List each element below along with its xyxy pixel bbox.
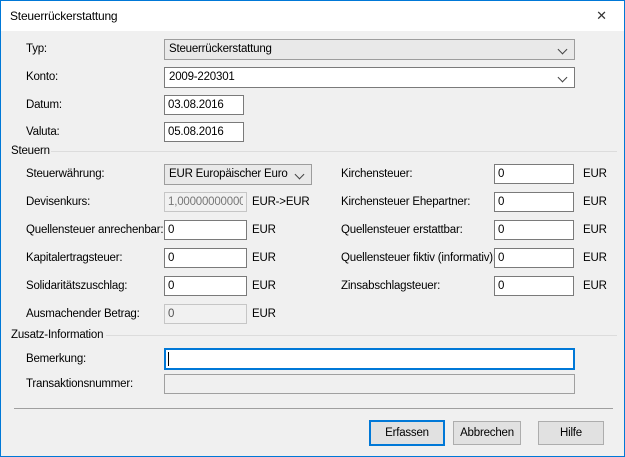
datum-input[interactable] <box>164 95 244 115</box>
quellensteuer-fiktiv-currency-label: EUR <box>583 248 607 268</box>
hilfe-button[interactable]: Hilfe <box>538 421 604 445</box>
chevron-down-icon <box>558 73 568 83</box>
quellensteuer-fiktiv-input[interactable] <box>494 248 574 268</box>
konto-value: 2009-220301 <box>169 68 235 87</box>
bemerkung-input[interactable] <box>164 348 575 370</box>
devisenkurs-currency-label: EUR->EUR <box>252 192 310 212</box>
chevron-down-icon <box>295 170 305 180</box>
abbrechen-button[interactable]: Abbrechen <box>453 421 521 445</box>
kapitalertragsteuer-currency-label: EUR <box>252 248 276 268</box>
ausmachender-betrag-currency-label: EUR <box>252 304 276 324</box>
devisenkurs-input <box>164 192 247 212</box>
group-steuern-label: Steuern <box>11 144 50 158</box>
datum-label: Datum: <box>26 95 62 115</box>
erfassen-button[interactable]: Erfassen <box>369 420 445 446</box>
window-title: Steuerrückerstattung <box>10 1 117 31</box>
bemerkung-label: Bemerkung: <box>26 349 86 369</box>
bottom-separator <box>14 408 613 409</box>
devisenkurs-label: Devisenkurs: <box>26 192 90 212</box>
zinsabschlagsteuer-input[interactable] <box>494 276 574 296</box>
titlebar[interactable]: Steuerrückerstattung ✕ <box>1 1 624 31</box>
typ-label: Typ: <box>26 39 47 59</box>
kirchensteuer-label: Kirchensteuer: <box>341 164 412 184</box>
steuerwaehrung-select[interactable]: EUR Europäischer Euro <box>164 164 312 185</box>
text-caret <box>168 352 169 366</box>
quellensteuer-erstattbar-input[interactable] <box>494 220 574 240</box>
group-steuern-line <box>51 151 617 152</box>
kapitalertragsteuer-label: Kapitalertragsteuer: <box>26 248 122 268</box>
solidaritaetszuschlag-currency-label: EUR <box>252 276 276 296</box>
quellensteuer-fiktiv-label: Quellensteuer fiktiv (informativ): <box>341 248 496 268</box>
steuerwaehrung-label: Steuerwährung: <box>26 164 104 184</box>
valuta-input[interactable] <box>164 122 244 142</box>
zinsabschlagsteuer-label: Zinsabschlagsteuer: <box>341 276 440 296</box>
group-zusatz-line <box>106 335 617 336</box>
kirchensteuer-currency-label: EUR <box>583 164 607 184</box>
chevron-down-icon <box>558 45 568 55</box>
ausmachender-betrag-input <box>164 304 247 324</box>
solidaritaetszuschlag-input[interactable] <box>164 276 247 296</box>
quellensteuer-anrechenbar-currency-label: EUR <box>252 220 276 240</box>
close-icon: ✕ <box>596 8 607 23</box>
transaktionsnummer-label: Transaktionsnummer: <box>26 374 133 394</box>
kapitalertragsteuer-input[interactable] <box>164 248 247 268</box>
group-zusatz-label: Zusatz-Information <box>11 328 103 342</box>
typ-value: Steuerrückerstattung <box>169 40 272 59</box>
kirchensteuer-ehepartner-input[interactable] <box>494 192 574 212</box>
transaktionsnummer-input <box>164 374 575 394</box>
quellensteuer-anrechenbar-input[interactable] <box>164 220 247 240</box>
quellensteuer-anrechenbar-label: Quellensteuer anrechenbar: <box>26 220 163 240</box>
steuerwaehrung-value: EUR Europäischer Euro <box>169 165 288 184</box>
valuta-label: Valuta: <box>26 122 60 142</box>
quellensteuer-erstattbar-currency-label: EUR <box>583 220 607 240</box>
dialog-steuerrueckerstattung: Steuerrückerstattung ✕ Typ: Steuerrücker… <box>0 0 625 457</box>
konto-label: Konto: <box>26 67 58 87</box>
quellensteuer-erstattbar-label: Quellensteuer erstattbar: <box>341 220 463 240</box>
konto-select[interactable]: 2009-220301 <box>164 67 575 88</box>
kirchensteuer-ehepartner-label: Kirchensteuer Ehepartner: <box>341 192 470 212</box>
zinsabschlagsteuer-currency-label: EUR <box>583 276 607 296</box>
ausmachender-betrag-label: Ausmachender Betrag: <box>26 304 140 324</box>
close-button[interactable]: ✕ <box>579 1 624 30</box>
kirchensteuer-input[interactable] <box>494 164 574 184</box>
solidaritaetszuschlag-label: Solidaritätszuschlag: <box>26 276 127 296</box>
typ-select[interactable]: Steuerrückerstattung <box>164 39 575 60</box>
kirchensteuer-ehepartner-currency-label: EUR <box>583 192 607 212</box>
